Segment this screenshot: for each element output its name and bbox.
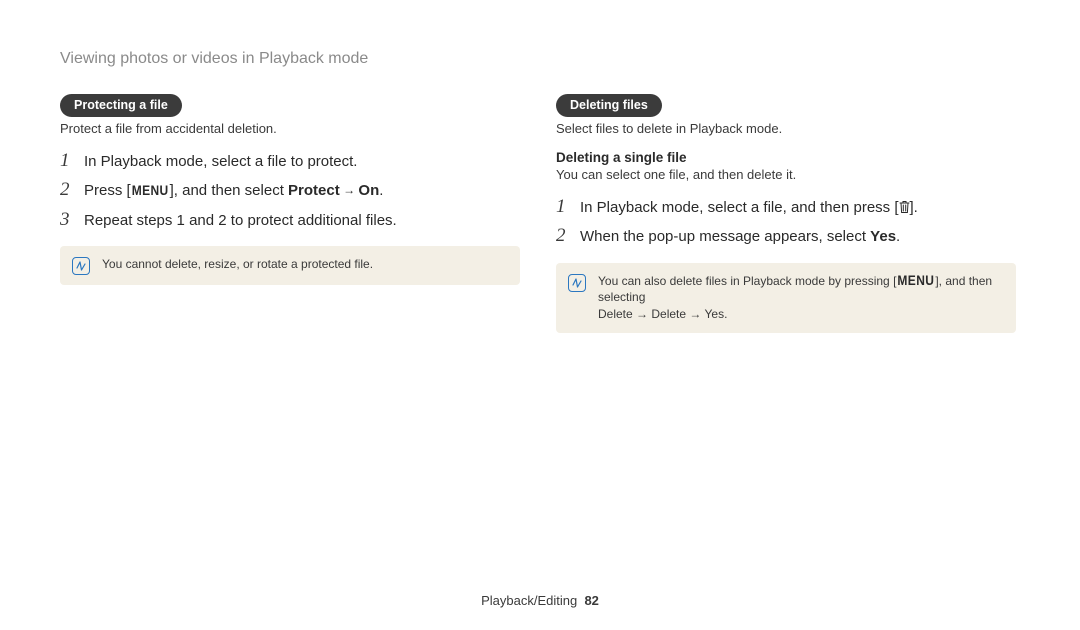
protecting-file-heading-pill: Protecting a file	[60, 94, 182, 117]
note-text: You cannot delete, resize, or rotate a p…	[102, 256, 373, 273]
arrow-icon: →	[340, 183, 359, 197]
menu-label-icon: MENU	[131, 180, 170, 201]
content-columns: Protecting a file Protect a file from ac…	[60, 94, 1020, 333]
deleting-files-desc: Select files to delete in Playback mode.	[556, 121, 1016, 136]
step-text: In Playback mode, select a file to prote…	[84, 150, 357, 173]
step-number: 1	[556, 197, 580, 216]
protecting-file-desc: Protect a file from accidental deletion.	[60, 121, 520, 136]
text-bold: Yes	[870, 228, 896, 245]
text-fragment: ], and then select	[170, 182, 288, 199]
step-2: 2 Press [MENU], and then select Protect …	[60, 179, 520, 202]
step-1: 1 In Playback mode, select a file, and t…	[556, 196, 1016, 219]
protecting-steps: 1 In Playback mode, select a file to pro…	[60, 150, 520, 232]
page-title: Viewing photos or videos in Playback mod…	[60, 50, 1020, 68]
text-fragment: .	[379, 182, 383, 199]
text-fragment: In Playback mode, select a file, and the…	[580, 199, 899, 216]
text-fragment: ].	[910, 199, 918, 216]
step-number: 2	[60, 180, 84, 199]
text-fragment: .	[724, 307, 727, 321]
note-icon	[72, 257, 90, 275]
page-footer: Playback/Editing 82	[0, 593, 1080, 608]
deleting-steps: 1 In Playback mode, select a file, and t…	[556, 196, 1016, 249]
step-text: When the pop-up message appears, select …	[580, 225, 900, 248]
step-3: 3 Repeat steps 1 and 2 to protect additi…	[60, 209, 520, 232]
menu-label-icon: MENU	[896, 271, 935, 290]
footer-page-number: 82	[584, 593, 598, 608]
step-text: Press [MENU], and then select Protect → …	[84, 179, 383, 202]
deleting-files-section: Deleting files Select files to delete in…	[556, 94, 1016, 333]
footer-section: Playback/Editing	[481, 593, 577, 608]
text-fragment: You can also delete files in Playback mo…	[598, 274, 896, 288]
text-fragment: .	[896, 228, 900, 245]
trash-icon	[899, 198, 910, 212]
step-number: 1	[60, 151, 84, 170]
note-text: You can also delete files in Playback mo…	[598, 273, 1004, 323]
deleting-single-file-desc: You can select one file, and then delete…	[556, 167, 1016, 182]
deleting-single-file-subheading: Deleting a single file	[556, 150, 1016, 165]
step-text: Repeat steps 1 and 2 to protect addition…	[84, 209, 397, 232]
text-fragment: Press [	[84, 182, 131, 199]
step-2: 2 When the pop-up message appears, selec…	[556, 225, 1016, 248]
text-bold: Delete → Delete → Yes	[598, 307, 724, 321]
text-fragment: When the pop-up message appears, select	[580, 228, 870, 245]
protecting-file-section: Protecting a file Protect a file from ac…	[60, 94, 520, 333]
text-bold: On	[358, 182, 379, 199]
note-icon	[568, 274, 586, 292]
note-box: You cannot delete, resize, or rotate a p…	[60, 246, 520, 285]
step-number: 3	[60, 210, 84, 229]
step-number: 2	[556, 226, 580, 245]
step-1: 1 In Playback mode, select a file to pro…	[60, 150, 520, 173]
deleting-files-heading-pill: Deleting files	[556, 94, 662, 117]
text-bold: Protect	[288, 182, 340, 199]
step-text: In Playback mode, select a file, and the…	[580, 196, 918, 219]
note-box: You can also delete files in Playback mo…	[556, 263, 1016, 333]
